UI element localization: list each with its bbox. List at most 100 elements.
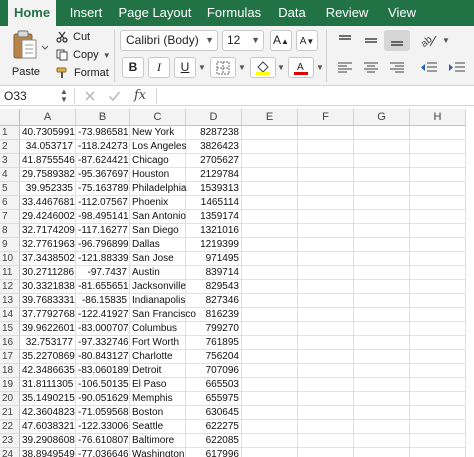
cell-f24[interactable] (298, 448, 354, 457)
cell-h9[interactable] (410, 238, 466, 252)
cell-a7[interactable]: 29.4246002 (20, 210, 76, 224)
cell-f19[interactable] (298, 378, 354, 392)
cell-f14[interactable] (298, 308, 354, 322)
cell-c17[interactable]: Charlotte (130, 350, 186, 364)
cell-c4[interactable]: Houston (130, 168, 186, 182)
cell-d15[interactable]: 799270 (186, 322, 242, 336)
cell-e13[interactable] (242, 294, 298, 308)
column-header-f[interactable]: F (298, 109, 354, 126)
row-header[interactable]: 16 (0, 336, 20, 350)
row-header[interactable]: 14 (0, 308, 20, 322)
cell-a15[interactable]: 39.9622601 (20, 322, 76, 336)
cell-a8[interactable]: 32.7174209 (20, 224, 76, 238)
cell-e11[interactable] (242, 266, 298, 280)
cell-g15[interactable] (354, 322, 410, 336)
font-name-select[interactable]: Calibri (Body) ▼ (120, 30, 218, 51)
cell-e4[interactable] (242, 168, 298, 182)
cell-g23[interactable] (354, 434, 410, 448)
cell-c12[interactable]: Jacksonville (130, 280, 186, 294)
cell-b10[interactable]: -121.88339 (76, 252, 130, 266)
cell-d17[interactable]: 756204 (186, 350, 242, 364)
cell-g4[interactable] (354, 168, 410, 182)
cell-h6[interactable] (410, 196, 466, 210)
cell-c21[interactable]: Boston (130, 406, 186, 420)
cell-b18[interactable]: -83.060189 (76, 364, 130, 378)
column-header-b[interactable]: B (76, 109, 130, 126)
font-color-button[interactable]: A (288, 57, 314, 78)
cell-e1[interactable] (242, 126, 298, 140)
cell-d6[interactable]: 1465114 (186, 196, 242, 210)
cell-g13[interactable] (354, 294, 410, 308)
cell-a18[interactable]: 42.3486635 (20, 364, 76, 378)
increase-indent-button[interactable] (444, 57, 470, 78)
cell-a19[interactable]: 31.8111305 (20, 378, 76, 392)
cell-b24[interactable]: -77.036646 (76, 448, 130, 457)
cell-b8[interactable]: -117.16277 (76, 224, 130, 238)
cell-b16[interactable]: -97.332746 (76, 336, 130, 350)
row-header[interactable]: 1 (0, 126, 20, 140)
cell-h10[interactable] (410, 252, 466, 266)
cell-c13[interactable]: Indianapolis (130, 294, 186, 308)
cell-h2[interactable] (410, 140, 466, 154)
cell-g5[interactable] (354, 182, 410, 196)
cell-d2[interactable]: 3826423 (186, 140, 242, 154)
cell-a22[interactable]: 47.6038321 (20, 420, 76, 434)
cell-c9[interactable]: Dallas (130, 238, 186, 252)
cell-b22[interactable]: -122.33006 (76, 420, 130, 434)
cell-b21[interactable]: -71.059568 (76, 406, 130, 420)
cell-c5[interactable]: Philadelphia (130, 182, 187, 196)
cell-c19[interactable]: El Paso (130, 378, 186, 392)
cell-g12[interactable] (354, 280, 410, 294)
cell-c23[interactable]: Baltimore (130, 434, 186, 448)
row-header[interactable]: 17 (0, 350, 20, 364)
checkmark-icon[interactable] (108, 90, 121, 102)
cell-d7[interactable]: 1359174 (186, 210, 242, 224)
cell-e21[interactable] (242, 406, 298, 420)
cell-c16[interactable]: Fort Worth (130, 336, 186, 350)
cell-g11[interactable] (354, 266, 410, 280)
cell-e23[interactable] (242, 434, 298, 448)
align-middle-button[interactable] (358, 30, 384, 51)
cell-a17[interactable]: 35.2270869 (20, 350, 76, 364)
row-header[interactable]: 9 (0, 238, 20, 252)
column-header-a[interactable]: A (20, 109, 76, 126)
cell-d14[interactable]: 816239 (186, 308, 242, 322)
cell-a6[interactable]: 33.4467681 (20, 196, 76, 210)
cell-b13[interactable]: -86.15835 (76, 294, 130, 308)
cell-h20[interactable] (410, 392, 466, 406)
cell-h18[interactable] (410, 364, 466, 378)
row-header[interactable]: 23 (0, 434, 20, 448)
column-header-g[interactable]: G (354, 109, 410, 126)
cell-f6[interactable] (298, 196, 354, 210)
cell-d3[interactable]: 2705627 (186, 154, 242, 168)
cell-e15[interactable] (242, 322, 298, 336)
borders-button[interactable] (210, 57, 236, 78)
cell-a23[interactable]: 39.2908608 (20, 434, 76, 448)
cell-b7[interactable]: -98.495141 (76, 210, 130, 224)
cell-d8[interactable]: 1321016 (186, 224, 242, 238)
decrease-font-size-button[interactable]: A▼ (296, 30, 318, 51)
cell-g14[interactable] (354, 308, 410, 322)
font-size-select[interactable]: 12 ▼ (222, 30, 264, 51)
cell-d20[interactable]: 655975 (186, 392, 242, 406)
cell-c24[interactable]: Washington (130, 448, 186, 457)
align-left-button[interactable] (332, 57, 358, 78)
insert-function-button[interactable]: fx (134, 86, 146, 106)
cell-f11[interactable] (298, 266, 354, 280)
row-header[interactable]: 18 (0, 364, 20, 378)
cell-d9[interactable]: 1219399 (186, 238, 242, 252)
row-header[interactable]: 24 (0, 448, 20, 457)
cell-e22[interactable] (242, 420, 298, 434)
cell-c10[interactable]: San Jose (130, 252, 186, 266)
cell-b9[interactable]: -96.796899 (76, 238, 130, 252)
underline-button[interactable]: U (174, 57, 196, 78)
cell-f10[interactable] (298, 252, 354, 266)
cell-a16[interactable]: 32.753177 (20, 336, 76, 350)
cell-g19[interactable] (354, 378, 410, 392)
cell-g21[interactable] (354, 406, 410, 420)
cell-d12[interactable]: 829543 (186, 280, 242, 294)
cell-b12[interactable]: -81.655651 (76, 280, 130, 294)
cell-h22[interactable] (410, 420, 466, 434)
tab-insert[interactable]: Insert (60, 0, 112, 26)
cell-h3[interactable] (410, 154, 466, 168)
